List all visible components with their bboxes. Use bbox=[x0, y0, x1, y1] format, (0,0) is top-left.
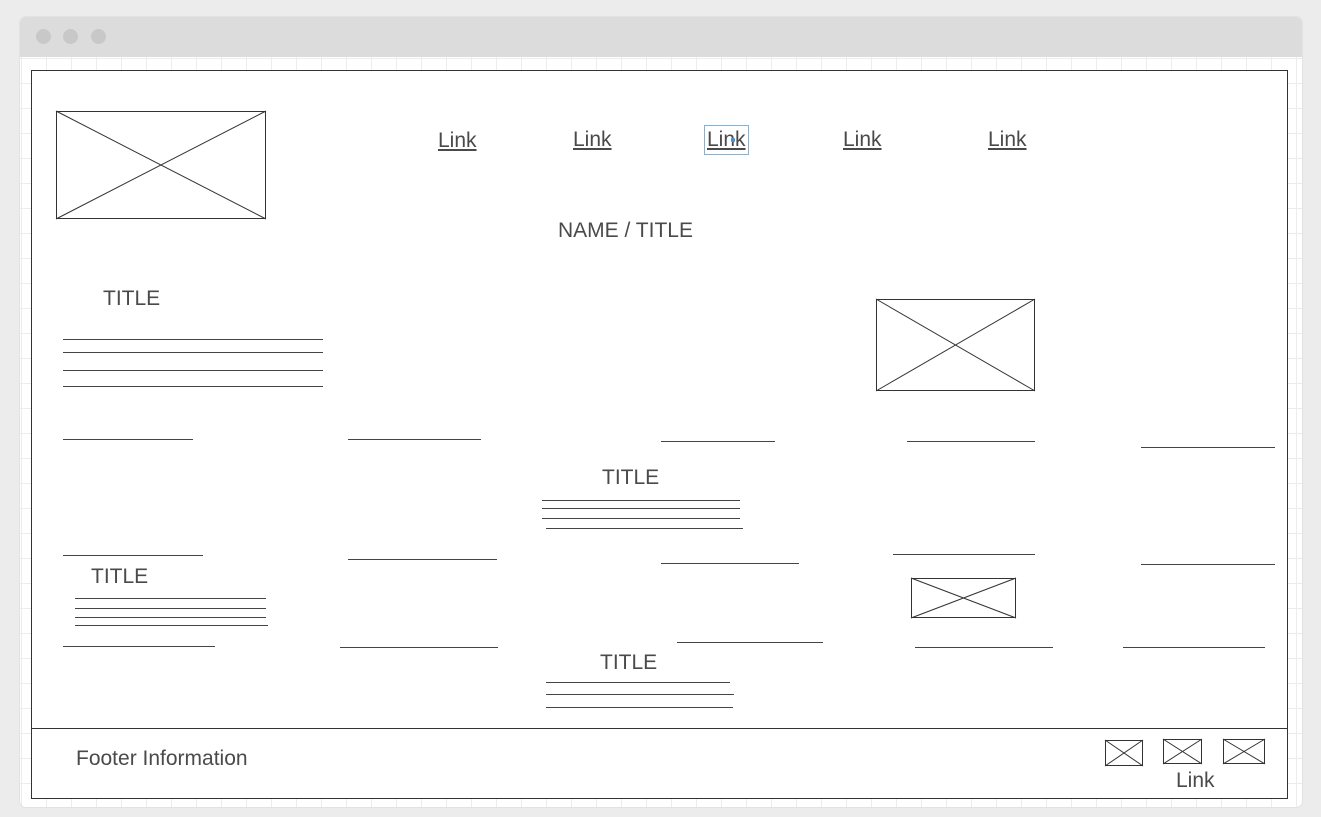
text-line bbox=[546, 528, 743, 529]
footer-social-icon-2[interactable] bbox=[1162, 738, 1203, 765]
text-line bbox=[75, 608, 266, 609]
short-line bbox=[677, 642, 823, 643]
text-line bbox=[542, 508, 740, 509]
close-window-dot[interactable] bbox=[36, 29, 51, 44]
text-line bbox=[542, 518, 740, 519]
short-line bbox=[348, 559, 497, 560]
page-title: NAME / TITLE bbox=[558, 219, 693, 242]
short-line bbox=[348, 439, 481, 440]
small-image-placeholder bbox=[910, 577, 1017, 619]
wireframe-page: Link Link Link Link Link NAME / TITLE TI… bbox=[31, 70, 1288, 799]
nav-link-4[interactable]: Link bbox=[843, 128, 882, 152]
footer-social-icon-3[interactable] bbox=[1222, 738, 1266, 765]
text-line bbox=[63, 370, 323, 371]
section-title-center-lower: TITLE bbox=[600, 651, 658, 674]
short-line bbox=[340, 647, 498, 648]
footer-link[interactable]: Link bbox=[1176, 769, 1215, 793]
text-line bbox=[546, 707, 733, 708]
nav-link-2[interactable]: Link bbox=[573, 128, 612, 152]
selection-cursor-icon bbox=[731, 138, 735, 142]
text-line bbox=[75, 617, 266, 618]
text-line bbox=[542, 500, 740, 501]
nav-link-5[interactable]: Link bbox=[988, 128, 1027, 152]
short-line bbox=[907, 441, 1035, 442]
text-line bbox=[75, 598, 266, 599]
footer-information: Footer Information bbox=[76, 747, 248, 770]
minimize-window-dot[interactable] bbox=[63, 29, 78, 44]
feature-image-placeholder bbox=[875, 298, 1036, 392]
browser-window: Link Link Link Link Link NAME / TITLE TI… bbox=[20, 17, 1302, 807]
section-title-left: TITLE bbox=[103, 287, 161, 310]
text-line bbox=[546, 682, 730, 683]
nav-link-3-selected[interactable]: Link bbox=[704, 125, 749, 155]
short-line bbox=[1141, 564, 1275, 565]
short-line bbox=[63, 439, 193, 440]
short-line bbox=[63, 646, 215, 647]
maximize-window-dot[interactable] bbox=[91, 29, 106, 44]
short-line bbox=[915, 647, 1053, 648]
short-line bbox=[893, 554, 1035, 555]
text-line bbox=[63, 352, 323, 353]
short-line bbox=[1123, 647, 1265, 648]
window-titlebar bbox=[20, 17, 1302, 57]
logo-image-placeholder bbox=[55, 110, 267, 220]
short-line bbox=[1141, 447, 1275, 448]
short-line bbox=[661, 563, 799, 564]
short-line bbox=[661, 441, 775, 442]
section-title-left-lower: TITLE bbox=[91, 565, 149, 588]
text-line bbox=[75, 625, 268, 626]
text-line bbox=[63, 386, 323, 387]
short-line bbox=[63, 555, 203, 556]
section-title-center: TITLE bbox=[602, 466, 660, 489]
text-line bbox=[63, 339, 323, 340]
footer-divider bbox=[32, 728, 1287, 729]
footer-social-icon-1[interactable] bbox=[1104, 739, 1144, 767]
nav-link-1[interactable]: Link bbox=[438, 129, 477, 153]
text-line bbox=[546, 694, 734, 695]
